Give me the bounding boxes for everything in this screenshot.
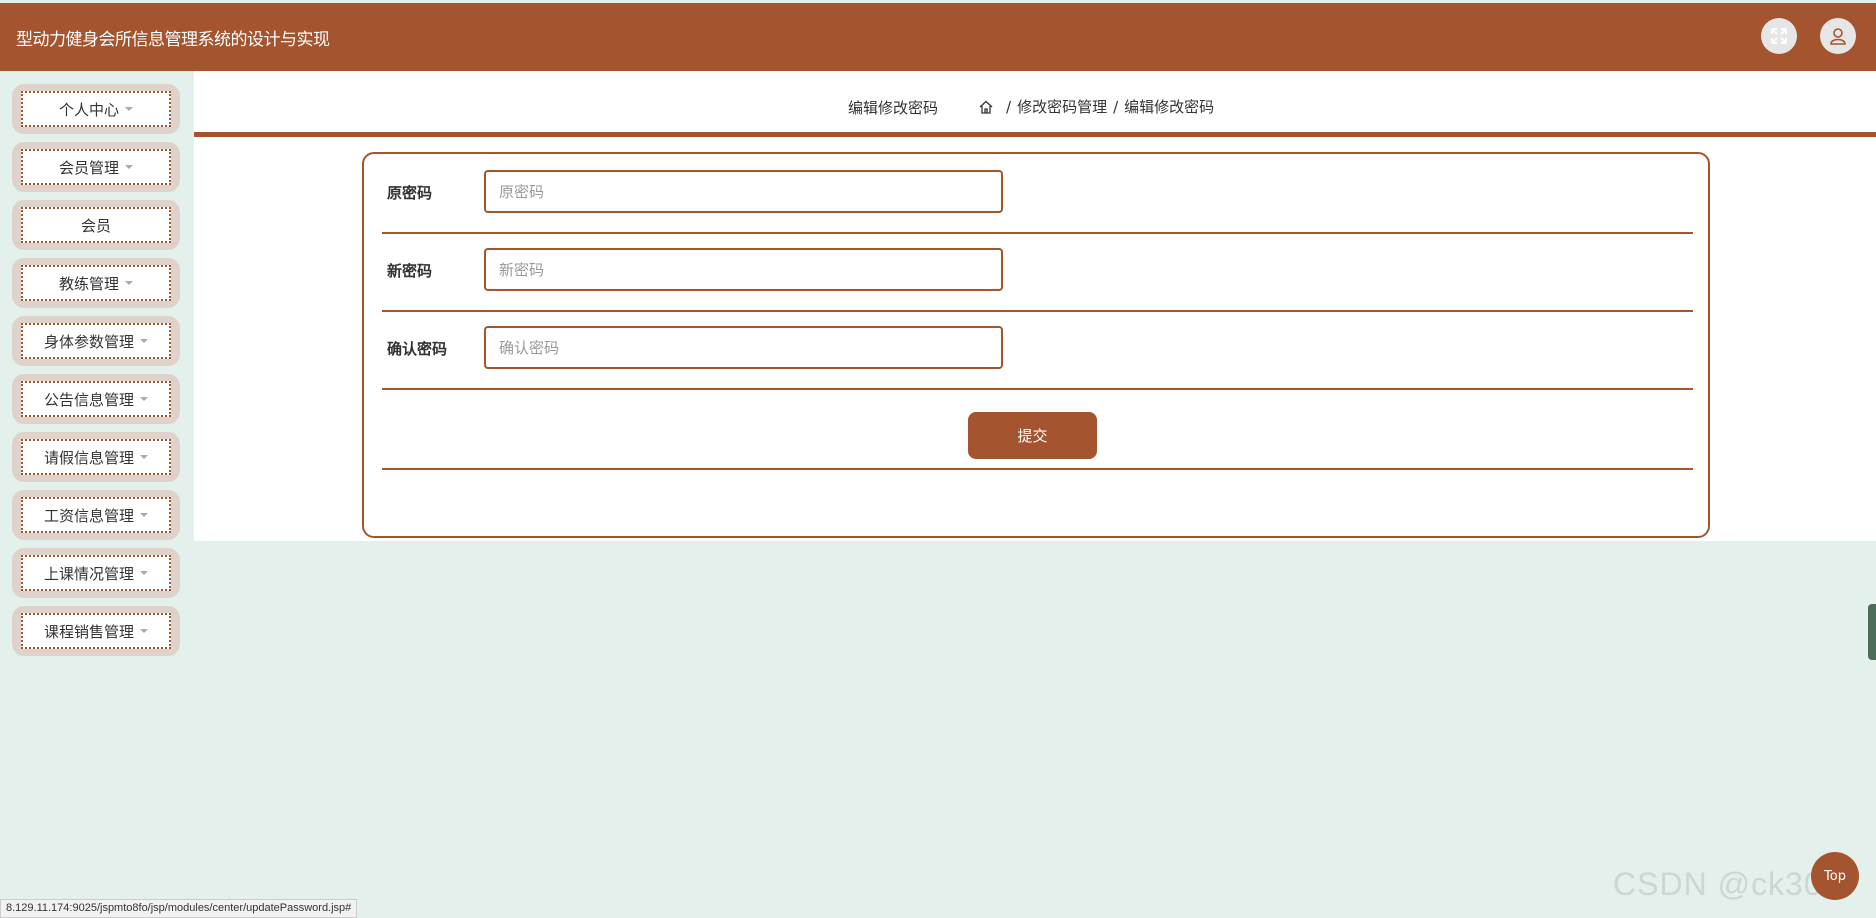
sidebar-item-personal-center[interactable]: 个人中心: [12, 84, 180, 134]
old-password-label: 原密码: [387, 184, 433, 202]
confirm-password-input[interactable]: [484, 326, 1003, 369]
breadcrumb-item-edit-password: 编辑修改密码: [1124, 98, 1215, 116]
form-row-old-password: 原密码: [382, 154, 1693, 234]
password-form: 原密码 新密码 确认密码 提交: [362, 152, 1710, 538]
sidebar-item-label: 会员管理: [58, 158, 119, 177]
sidebar-item-salary-management[interactable]: 工资信息管理: [12, 490, 180, 540]
sidebar-menu: 个人中心 会员管理 会员 教练管理 身体参数管理 公告信息管理 请假信息管理 工…: [12, 84, 182, 664]
caret-down-icon: [140, 455, 148, 459]
form-row-new-password: 新密码: [382, 232, 1693, 312]
caret-down-icon: [140, 339, 148, 343]
sidebar-item-leave-management[interactable]: 请假信息管理: [12, 432, 180, 482]
sidebar-item-label: 课程销售管理: [43, 622, 134, 641]
user-avatar-button[interactable]: [1820, 18, 1856, 54]
scrollbar-thumb[interactable]: [1868, 604, 1876, 660]
fullscreen-icon: [1771, 28, 1787, 44]
old-password-input[interactable]: [484, 170, 1003, 213]
breadcrumb: / 修改密码管理 / 编辑修改密码: [978, 96, 1214, 117]
sidebar-item-label: 身体参数管理: [43, 332, 134, 351]
sidebar-item-member[interactable]: 会员: [12, 200, 180, 250]
caret-down-icon: [140, 513, 148, 517]
fullscreen-button[interactable]: [1761, 18, 1797, 54]
user-icon: [1830, 28, 1846, 45]
submit-button[interactable]: 提交: [968, 412, 1097, 459]
sidebar-item-label: 上课情况管理: [43, 564, 134, 583]
back-to-top-button[interactable]: Top: [1811, 852, 1859, 900]
breadcrumb-separator: /: [1006, 97, 1012, 116]
caret-down-icon: [125, 107, 133, 111]
sidebar-item-label: 个人中心: [58, 100, 119, 119]
new-password-input[interactable]: [484, 248, 1003, 291]
main-content: 编辑修改密码 / 修改密码管理 / 编辑修改密码 原密码 新密码 确认密码 提交: [194, 71, 1876, 541]
home-icon[interactable]: [978, 99, 994, 115]
caret-down-icon: [140, 397, 148, 401]
status-bar-url: 8.129.11.174:9025/jspmto8fo/jsp/modules/…: [0, 899, 358, 918]
caret-down-icon: [140, 571, 148, 575]
sidebar-item-label: 请假信息管理: [43, 448, 134, 467]
caret-down-icon: [140, 629, 148, 633]
sidebar-item-class-status-management[interactable]: 上课情况管理: [12, 548, 180, 598]
content-header: 编辑修改密码 / 修改密码管理 / 编辑修改密码: [194, 71, 1876, 137]
sidebar-item-body-params-management[interactable]: 身体参数管理: [12, 316, 180, 366]
sidebar-item-member-management[interactable]: 会员管理: [12, 142, 180, 192]
caret-down-icon: [125, 281, 133, 285]
sidebar-item-label: 教练管理: [58, 274, 119, 293]
confirm-password-label: 确认密码: [387, 340, 448, 358]
sidebar-item-coach-management[interactable]: 教练管理: [12, 258, 180, 308]
sidebar-item-announcement-management[interactable]: 公告信息管理: [12, 374, 180, 424]
form-row-submit: 提交: [382, 388, 1693, 470]
new-password-label: 新密码: [387, 262, 433, 280]
sidebar-item-label: 工资信息管理: [43, 506, 134, 525]
sidebar-item-label: 会员: [80, 216, 111, 235]
sidebar-item-label: 公告信息管理: [43, 390, 134, 409]
top-header-bar: 型动力健身会所信息管理系统的设计与实现: [0, 3, 1876, 71]
breadcrumb-item-change-password-management[interactable]: 修改密码管理: [1017, 96, 1107, 117]
caret-down-icon: [125, 165, 133, 169]
form-row-confirm-password: 确认密码: [382, 310, 1693, 390]
sidebar-item-course-sales-management[interactable]: 课程销售管理: [12, 606, 180, 656]
page-title: 编辑修改密码: [848, 99, 939, 117]
breadcrumb-separator: /: [1113, 97, 1119, 116]
app-title: 型动力健身会所信息管理系统的设计与实现: [16, 30, 330, 50]
